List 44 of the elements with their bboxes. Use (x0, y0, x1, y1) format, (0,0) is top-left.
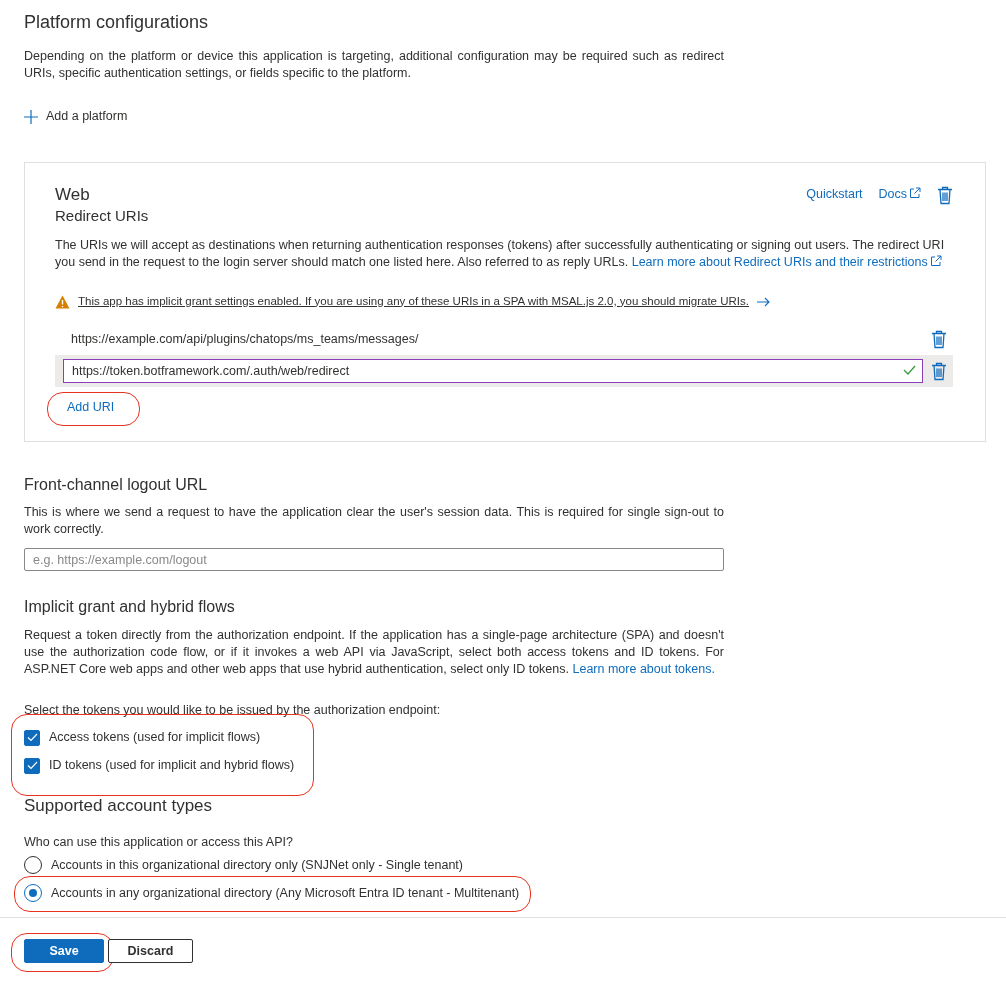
radio-label: Accounts in any organizational directory (Any Microsoft Entra ID tenant - Multitenant) (51, 884, 520, 902)
section-title: Front-channel logout URL (24, 474, 209, 494)
section-description: This is where we send a request to have the application clear the user's session data. This is required for single sign-out to work correctly. (24, 503, 724, 539)
radio-button[interactable] (24, 884, 42, 903)
checkbox-label: Access tokens (used for implicit flows) (49, 728, 261, 746)
learn-more-link[interactable]: Learn more about tokens. (572, 662, 715, 677)
delete-button[interactable] (931, 361, 947, 381)
checkbox[interactable] (24, 729, 40, 746)
radio-option[interactable]: Accounts in this organizational directory only (SNJNet only - Single tenant) (24, 851, 463, 880)
card-description: The URIs we will accept as destinations when returning authentication responses (tokens) after successfully authenticating or signing out users. The redirect URI you send in the request to the login server should match one listed here. Also referred to as reply URLs. Learn more about Redirect URIs and their restrictions (55, 237, 946, 272)
discard-button[interactable]: Discard (108, 939, 193, 964)
checkbox-option[interactable]: ID tokens (used for implicit and hybrid flows) (24, 751, 295, 780)
external-link-icon (929, 255, 942, 268)
section-description: Depending on the platform or device this application is targeting, additional configuration may be required such as redirect URIs, specific authentication settings, or fields specific to the platform. (24, 47, 724, 82)
radio-button[interactable] (24, 856, 42, 875)
section-title: Supported account types (24, 795, 214, 816)
checkbox-option[interactable]: Access tokens (used for implicit flows) (24, 723, 295, 752)
header-link[interactable]: Quickstart (806, 186, 863, 204)
external-link-icon (909, 187, 921, 200)
radio-label: Accounts in this organizational directory only (SNJNet only - Single tenant) (51, 856, 463, 874)
learn-more-link[interactable]: Learn more about Redirect URIs and their restrictions (631, 255, 942, 270)
section-description: Request a token directly from the authorization endpoint. If the application has a single-page architecture (SPA) and doesn't use the authorization code flow, or if it invokes a web API via JavaScript, select both access tokens and ID tokens. For ASP.NET Core web apps and other web apps that use hybrid authentication, select only ID tokens. Learn more about tokens. (24, 626, 724, 679)
logout-url-field[interactable]: e.g. https://example.com/logout (24, 548, 724, 572)
radio-option[interactable]: Accounts in any organizational directory (Any Microsoft Entra ID tenant - Multitenant) (24, 879, 520, 908)
uri-text: https://example.com/api/plugins/chatops/ms_teams/messages/ (70, 330, 420, 348)
uri-input-field[interactable]: https://token.botframework.com/.auth/web/redirect (63, 359, 923, 384)
add-uri-button[interactable]: Add URI (61, 395, 121, 421)
card-title: Web (55, 183, 91, 206)
warning-icon (55, 294, 70, 309)
checkbox-label: ID tokens (used for implicit and hybrid flows) (49, 756, 295, 774)
section-title: Implicit grant and hybrid flows (24, 597, 236, 617)
prompt-text: Who can use this application or access this API? (24, 834, 294, 851)
arrow-right-icon (756, 296, 771, 307)
delete-button[interactable] (931, 329, 947, 349)
section-title: Platform configurations (24, 12, 210, 34)
warning-text[interactable]: This app has implicit grant settings enabled. If you are using any of these URIs in a SPA with MSAL.js 2.0, you should migrate URIs. (78, 293, 749, 310)
plus-icon (24, 109, 38, 124)
add-platform-button[interactable]: Add a platform (24, 108, 128, 126)
checkbox[interactable] (24, 757, 40, 774)
prompt-text: Select the tokens you would like to be issued by the authorization endpoint: (24, 702, 442, 720)
save-button[interactable]: Save (24, 939, 104, 964)
header-link[interactable]: Docs (878, 186, 921, 204)
checkmark-icon (903, 365, 916, 376)
card-subtitle: Redirect URIs (55, 206, 149, 227)
